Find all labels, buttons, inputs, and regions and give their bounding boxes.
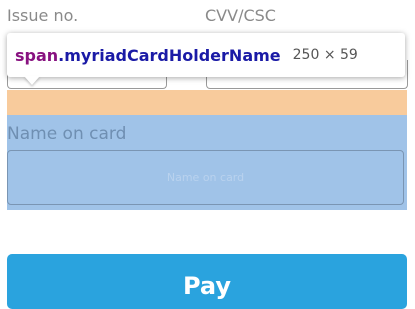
inspector-tooltip: span .myriadCardHolderName 250 × 59 — [7, 33, 405, 77]
inspector-tooltip-tag: span — [15, 45, 59, 65]
cvv-label: CVV/CSC — [205, 6, 276, 25]
pay-button[interactable]: Pay — [7, 254, 407, 309]
name-on-card-label: Name on card — [7, 124, 127, 144]
inspector-tooltip-arrow — [24, 76, 40, 85]
name-on-card-placeholder: Name on card — [166, 171, 245, 184]
issue-number-label: Issue no. — [7, 6, 79, 25]
pay-button-label: Pay — [182, 272, 232, 300]
inspector-margin-highlight — [7, 90, 407, 115]
inspector-tooltip-size: 250 × 59 — [292, 47, 358, 63]
inspector-tooltip-class: .myriadCardHolderName — [58, 45, 281, 65]
name-on-card-input[interactable]: Name on card — [7, 150, 404, 205]
